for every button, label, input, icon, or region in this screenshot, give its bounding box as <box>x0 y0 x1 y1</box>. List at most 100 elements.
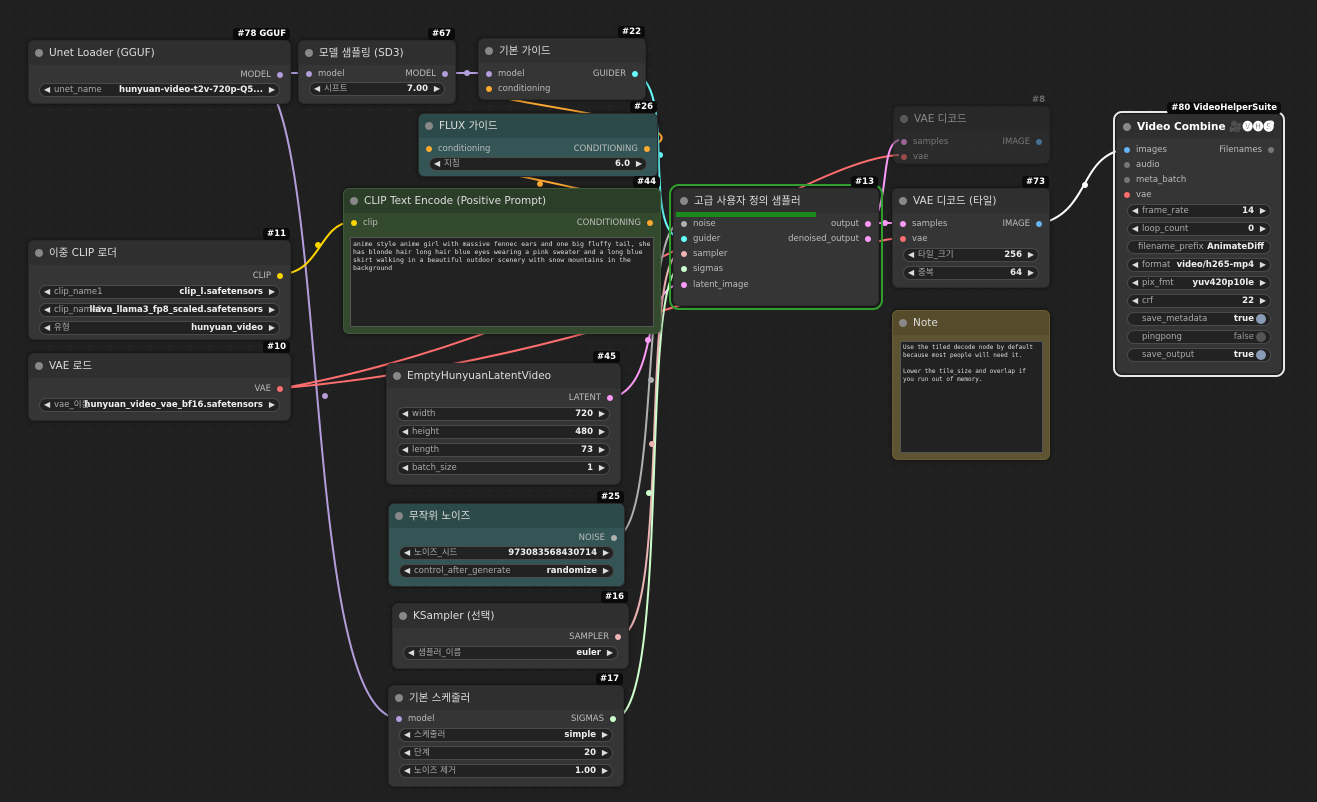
widget-overlap[interactable]: ◀ 중복 64 ▶ <box>903 266 1039 280</box>
input-socket[interactable] <box>901 154 907 160</box>
arrow-right-icon[interactable]: ▶ <box>1260 223 1266 235</box>
output-sampler[interactable]: SAMPLER <box>569 630 621 644</box>
node-title-bar[interactable]: Note <box>893 311 1049 335</box>
arrow-right-icon[interactable]: ▶ <box>1028 267 1034 279</box>
input-noise[interactable]: noise <box>681 217 716 231</box>
toggle-knob[interactable] <box>1256 314 1266 324</box>
arrow-right-icon[interactable]: ▶ <box>599 426 605 438</box>
collapse-dot-icon[interactable] <box>399 612 407 620</box>
arrow-right-icon[interactable]: ▶ <box>607 647 613 659</box>
arrow-right-icon[interactable]: ▶ <box>603 547 609 559</box>
widget-frame-rate[interactable]: ◀ frame_rate 14 ▶ <box>1127 204 1271 218</box>
arrow-right-icon[interactable]: ▶ <box>1028 249 1034 261</box>
node-video-combine[interactable]: #80 VideoHelperSuite Video Combine 🎥🅥🅗🅢?… <box>1113 102 1285 377</box>
output-socket[interactable] <box>632 71 638 77</box>
output-conditioning[interactable]: CONDITIONING <box>577 216 653 230</box>
node-title-bar[interactable]: 무작위 노이즈 <box>389 504 624 528</box>
input-socket[interactable] <box>681 221 687 227</box>
output-noise[interactable]: NOISE <box>579 531 617 545</box>
output-latent[interactable]: LATENT <box>569 391 613 405</box>
output-image[interactable]: IMAGE <box>1003 217 1042 231</box>
output-socket[interactable] <box>442 71 448 77</box>
node-title-bar[interactable]: 고급 사용자 정의 샘플러 <box>674 189 878 213</box>
node-model-sampling[interactable]: #67 모델 샘플링 (SD3) model MODEL ◀ 시프트 7.00 ▶ <box>298 28 456 104</box>
arrow-left-icon[interactable]: ◀ <box>908 249 914 261</box>
output-socket[interactable] <box>647 220 653 226</box>
arrow-left-icon[interactable]: ◀ <box>408 647 414 659</box>
input-vae[interactable]: vae <box>901 150 928 164</box>
node-title-bar[interactable]: VAE 디코드 (타일) <box>893 189 1049 213</box>
collapse-dot-icon[interactable] <box>425 122 433 130</box>
arrow-right-icon[interactable]: ▶ <box>599 444 605 456</box>
collapse-dot-icon[interactable] <box>305 49 313 57</box>
widget-clip-name2[interactable]: ◀ clip_name2 llava_llama3_fp8_scaled.safet… <box>39 303 280 317</box>
input-sigmas[interactable]: sigmas <box>681 262 723 276</box>
widget-sampler-name[interactable]: ◀ 샘플러_이름 euler ▶ <box>403 646 618 660</box>
node-title-bar[interactable]: VAE 로드 <box>29 354 290 378</box>
arrow-right-icon[interactable]: ▶ <box>603 565 609 577</box>
node-title-bar[interactable]: 기본 가이드 <box>479 39 645 63</box>
widget-guidance[interactable]: ◀ 지침 6.0 ▶ <box>429 157 647 171</box>
widget-length[interactable]: ◀ length 73 ▶ <box>397 443 610 457</box>
collapse-dot-icon[interactable] <box>395 694 403 702</box>
output-socket[interactable] <box>277 386 283 392</box>
output-image[interactable]: IMAGE <box>1003 135 1042 149</box>
arrow-right-icon[interactable]: ▶ <box>602 765 608 777</box>
input-socket[interactable] <box>900 236 906 242</box>
arrow-left-icon[interactable]: ◀ <box>402 426 408 438</box>
node-sampler-custom-advanced[interactable]: #13 고급 사용자 정의 샘플러 noise guider sampler s… <box>669 176 883 310</box>
arrow-right-icon[interactable]: ▶ <box>269 304 275 316</box>
output-socket[interactable] <box>1036 139 1042 145</box>
collapse-dot-icon[interactable] <box>395 512 403 520</box>
input-socket[interactable] <box>1124 147 1130 153</box>
output-socket[interactable] <box>644 146 650 152</box>
node-ksampler-select[interactable]: #16 KSampler (선택) SAMPLER ◀ 샘플러_이름 euler ▶ <box>392 591 629 669</box>
input-latent-image[interactable]: latent_image <box>681 278 749 292</box>
output-output[interactable]: output <box>831 217 871 231</box>
input-conditioning[interactable]: conditioning <box>486 82 550 96</box>
output-vae[interactable]: VAE <box>255 382 283 396</box>
node-title-bar[interactable]: VAE 디코드 <box>894 107 1049 131</box>
output-socket[interactable] <box>277 72 283 78</box>
widget-filename-prefix[interactable]: filename_prefix AnimateDiff <box>1127 240 1271 254</box>
prompt-textarea[interactable]: anime style anime girl with massive fenn… <box>350 237 654 327</box>
widget-save-output[interactable]: save_output true <box>1127 348 1271 362</box>
widget-pingpong[interactable]: pingpong false <box>1127 330 1271 344</box>
input-socket[interactable] <box>426 146 432 152</box>
widget-clip-name1[interactable]: ◀ clip_name1 clip_l.safetensors ▶ <box>39 285 280 299</box>
node-title-bar[interactable]: EmptyHunyuanLatentVideo <box>387 364 620 388</box>
widget-shift[interactable]: ◀ 시프트 7.00 ▶ <box>309 82 445 96</box>
node-basic-guider[interactable]: #22 기본 가이드 model conditioning GUIDER <box>478 26 646 100</box>
arrow-left-icon[interactable]: ◀ <box>402 408 408 420</box>
collapse-dot-icon[interactable] <box>393 372 401 380</box>
collapse-dot-icon[interactable] <box>35 249 43 257</box>
arrow-left-icon[interactable]: ◀ <box>44 304 50 316</box>
input-conditioning[interactable]: conditioning <box>426 142 490 156</box>
widget-format[interactable]: ◀ format video/h265-mp4 ▶ <box>1127 258 1271 272</box>
node-title-bar[interactable]: Video Combine 🎥🅥🅗🅢? <box>1117 115 1281 139</box>
node-title-bar[interactable]: FLUX 가이드 <box>419 114 657 138</box>
collapse-dot-icon[interactable] <box>680 197 688 205</box>
node-title-bar[interactable]: KSampler (선택) <box>393 604 628 628</box>
arrow-right-icon[interactable]: ▶ <box>599 462 605 474</box>
input-audio[interactable]: audio <box>1124 158 1160 172</box>
input-socket[interactable] <box>1124 192 1130 198</box>
node-title-bar[interactable]: 이중 CLIP 로더 <box>29 241 290 265</box>
node-title-bar[interactable]: 모델 샘플링 (SD3) <box>299 41 455 65</box>
widget-pix-fmt[interactable]: ◀ pix_fmt yuv420p10le ▶ <box>1127 276 1271 290</box>
arrow-left-icon[interactable]: ◀ <box>404 765 410 777</box>
input-model[interactable]: model <box>486 67 524 81</box>
node-flux-guidance[interactable]: #26 FLUX 가이드 conditioning CONDITIONING ◀… <box>418 101 658 177</box>
input-images[interactable]: images <box>1124 143 1167 157</box>
input-socket[interactable] <box>681 282 687 288</box>
node-title-bar[interactable]: CLIP Text Encode (Positive Prompt) <box>344 189 660 213</box>
arrow-left-icon[interactable]: ◀ <box>1132 223 1138 235</box>
arrow-right-icon[interactable]: ▶ <box>636 158 642 170</box>
collapse-dot-icon[interactable] <box>899 319 907 327</box>
arrow-left-icon[interactable]: ◀ <box>1132 277 1138 289</box>
arrow-right-icon[interactable]: ▶ <box>1260 277 1266 289</box>
node-vae-loader[interactable]: #10 VAE 로드 VAE ◀ vae_이름 hunyuan_video_vae_… <box>28 341 291 421</box>
input-socket[interactable] <box>1124 177 1130 183</box>
input-vae[interactable]: vae <box>900 232 927 246</box>
input-guider[interactable]: guider <box>681 232 720 246</box>
